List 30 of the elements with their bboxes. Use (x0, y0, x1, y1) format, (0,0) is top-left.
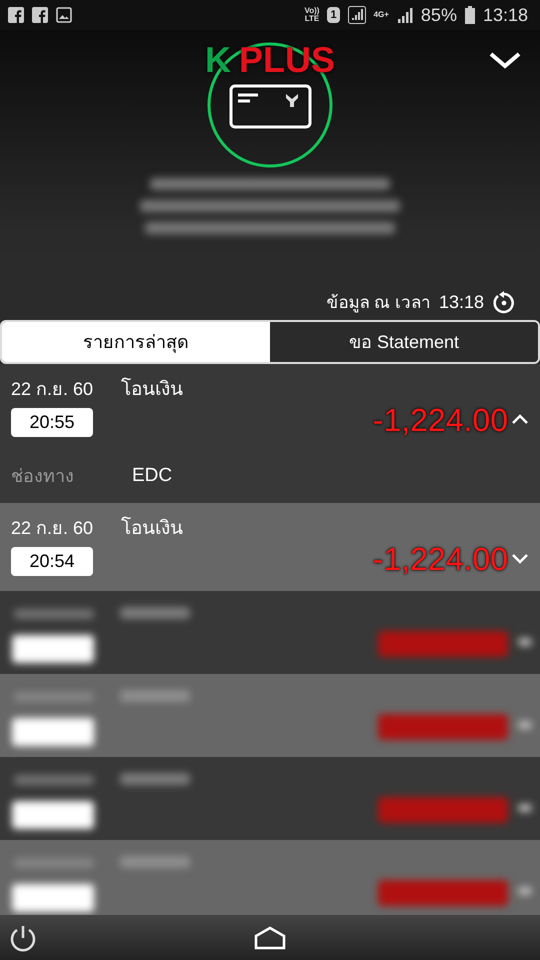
transaction-amount: -1,224.00 (372, 540, 508, 578)
network-type: 4G+ (374, 9, 389, 21)
signal-icon (348, 6, 366, 24)
transaction-time: 20:54 (11, 546, 93, 576)
facebook-icon (32, 7, 48, 23)
tab[interactable]: รายการล่าสุด (2, 322, 270, 362)
detail-value: EDC (132, 464, 172, 488)
sim-indicator: 1 (327, 6, 340, 24)
image-icon (56, 7, 72, 23)
volte-indicator: Vo)) LTE (304, 7, 320, 23)
battery-percent: 85% (420, 4, 457, 26)
home-icon[interactable] (254, 926, 286, 950)
transaction-amount: -1,224.00 (372, 401, 508, 440)
chevron-down-icon[interactable] (488, 50, 522, 70)
transaction-type: โอนเงิน (121, 516, 183, 540)
facebook-icon (8, 7, 24, 23)
updated-label: ข้อมูล ณ เวลา (326, 292, 431, 314)
transaction-date: 22 ก.ย. 60 (11, 378, 94, 401)
chevron-up-icon[interactable] (511, 413, 529, 425)
transaction-type: โอนเงิน (121, 376, 183, 402)
updated-time: 13:18 (438, 291, 484, 314)
transaction-time: 20:55 (11, 408, 93, 437)
transaction-row[interactable]: 22 ก.ย. 60 20:54 โอนเงิน -1,224.00 (0, 502, 540, 590)
signal-icon (396, 7, 413, 23)
status-time: 13:18 (482, 4, 528, 26)
refresh-icon[interactable] (492, 290, 516, 314)
battery-icon (464, 6, 475, 24)
transaction-row[interactable]: 22 ก.ย. 60 20:55 โอนเงิน -1,224.00 ช่องทาง EDC (0, 364, 540, 502)
detail-label: ช่องทาง (11, 464, 75, 488)
transaction-date: 22 ก.ย. 60 (11, 516, 94, 540)
